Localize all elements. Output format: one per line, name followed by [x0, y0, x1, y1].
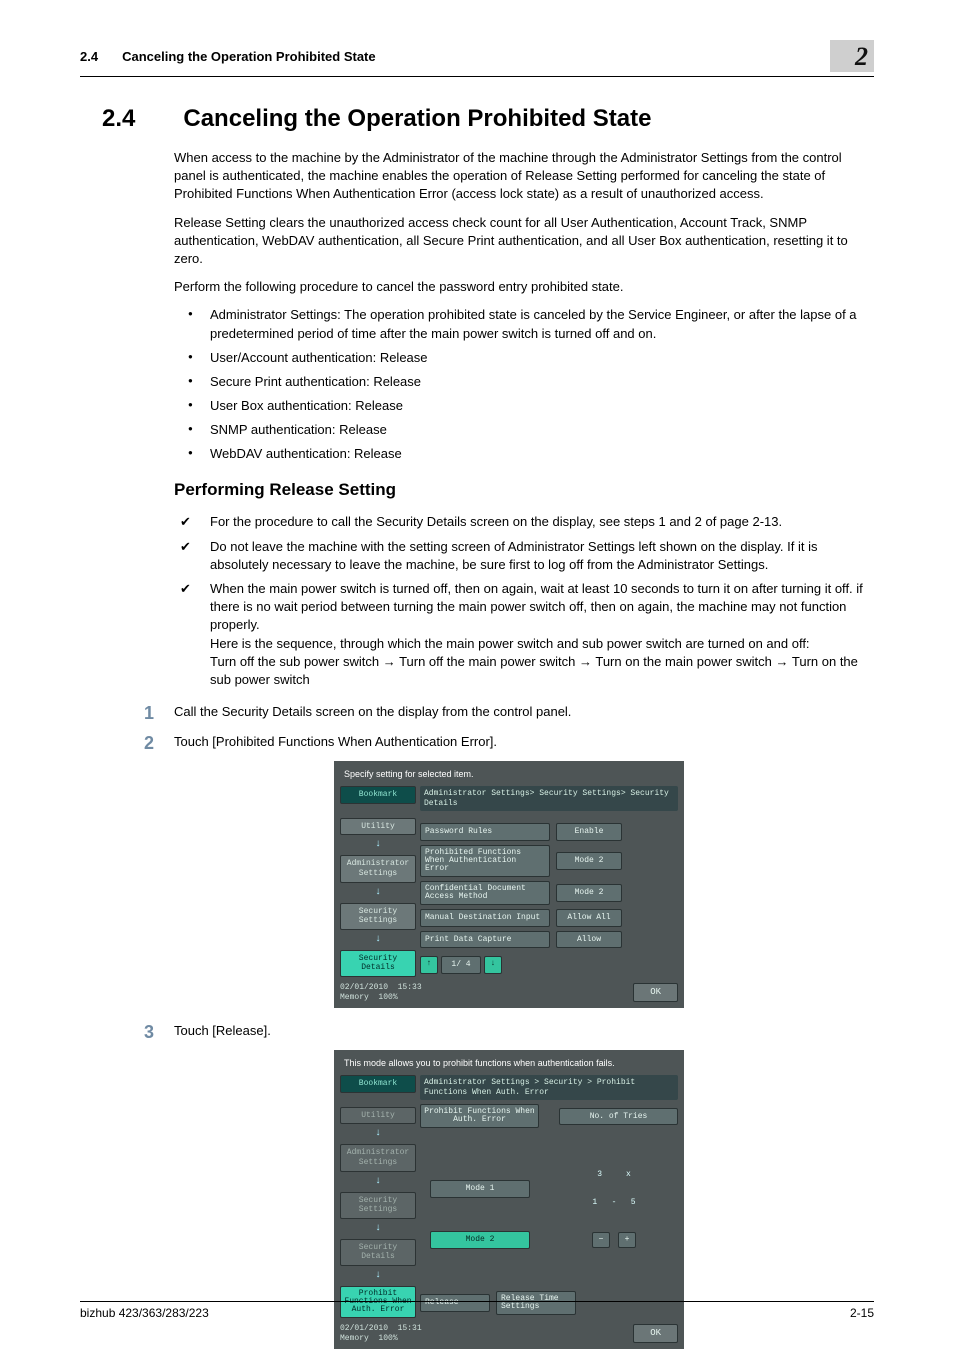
status-memory-value: 100% [378, 993, 397, 1002]
chapter-badge: 2 [830, 40, 874, 72]
status-time: 15:33 [398, 983, 422, 992]
running-header: 2.4 Canceling the Operation Prohibited S… [80, 40, 874, 72]
bullet-item: WebDAV authentication: Release [174, 445, 866, 463]
header-section-title: Canceling the Operation Prohibited State [122, 49, 376, 64]
status-memory-label: Memory [340, 993, 369, 1002]
prohibited-functions-value: Mode 2 [556, 852, 622, 870]
check-item: When the main power switch is turned off… [174, 580, 866, 689]
prohibited-functions-button[interactable]: Prohibited Functions When Authentication… [420, 845, 550, 877]
subsection-heading: Performing Release Setting [174, 478, 866, 502]
step-list: 1 Call the Security Details screen on th… [174, 703, 866, 1349]
bullet-item: Secure Print authentication: Release [174, 373, 866, 391]
chevron-down-icon: ↓ [375, 1223, 381, 1235]
step-number: 3 [144, 1022, 154, 1043]
tries-value: 3 x [550, 1170, 678, 1180]
step-text: Touch [Release]. [174, 1023, 271, 1038]
password-rules-button[interactable]: Password Rules [420, 823, 550, 841]
tries-range: 1 - 5 [550, 1198, 678, 1208]
confidential-doc-button[interactable]: Confidential Document Access Method [420, 881, 550, 905]
screenshot-sidebar: Bookmark Utility ↓ Administrator Setting… [340, 1075, 420, 1318]
chevron-down-icon: ↓ [375, 839, 381, 851]
chevron-down-icon: ↓ [375, 1176, 381, 1188]
intro-p3: Perform the following procedure to cance… [174, 278, 866, 296]
bullet-item: SNMP authentication: Release [174, 421, 866, 439]
screenshot-header: This mode allows you to prohibit functio… [340, 1056, 678, 1071]
col-header-tries: No. of Tries [559, 1108, 678, 1126]
security-settings-button[interactable]: Security Settings [340, 903, 416, 930]
manual-dest-button[interactable]: Manual Destination Input [420, 909, 550, 927]
device-screenshot-1: Specify setting for selected item. Bookm… [334, 761, 684, 1008]
header-rule [80, 76, 874, 77]
page-indicator: 1/ 4 [441, 956, 481, 974]
password-rules-value: Enable [556, 823, 622, 841]
manual-dest-value: Allow All [556, 909, 622, 927]
bullet-item: Administrator Settings: The operation pr… [174, 306, 866, 342]
step-1: 1 Call the Security Details screen on th… [174, 703, 866, 721]
chevron-down-icon: ↓ [375, 934, 381, 946]
status-date: 02/01/2010 [340, 1324, 388, 1333]
footer-product: bizhub 423/363/283/223 [80, 1306, 209, 1320]
check-list: For the procedure to call the Security D… [174, 513, 866, 689]
device-screenshot-2: This mode allows you to prohibit functio… [334, 1050, 684, 1349]
bullet-item: User/Account authentication: Release [174, 349, 866, 367]
security-settings-button[interactable]: Security Settings [340, 1192, 416, 1219]
chevron-down-icon: ↓ [375, 1128, 381, 1140]
section-heading: 2.4 Canceling the Operation Prohibited S… [102, 105, 874, 133]
security-details-button[interactable]: Security Details [340, 950, 416, 977]
print-data-value: Allow [556, 931, 622, 949]
bookmark-button[interactable]: Bookmark [340, 786, 416, 804]
header-section-number: 2.4 [80, 49, 98, 64]
status-date: 02/01/2010 [340, 983, 388, 992]
status-time: 15:31 [398, 1324, 422, 1333]
breadcrumb: Administrator Settings > Security > Proh… [420, 1075, 678, 1100]
intro-p1: When access to the machine by the Admini… [174, 149, 866, 204]
admin-settings-button[interactable]: Administrator Settings [340, 855, 416, 882]
bullet-list: Administrator Settings: The operation pr… [174, 306, 866, 463]
col-header-functions: Prohibit Functions When Auth. Error [420, 1104, 539, 1128]
step-text: Call the Security Details screen on the … [174, 704, 571, 719]
ok-button[interactable]: OK [633, 1324, 678, 1343]
footer-page: 2-15 [850, 1306, 874, 1320]
security-details-button[interactable]: Security Details [340, 1239, 416, 1266]
step-2: 2 Touch [Prohibited Functions When Authe… [174, 733, 866, 1008]
footer-rule [80, 1301, 874, 1302]
utility-button[interactable]: Utility [340, 1107, 416, 1125]
bullet-item: User Box authentication: Release [174, 397, 866, 415]
section-number: 2.4 [102, 105, 135, 133]
utility-button[interactable]: Utility [340, 818, 416, 836]
confidential-doc-value: Mode 2 [556, 884, 622, 902]
step-number: 2 [144, 733, 154, 754]
page-footer: bizhub 423/363/283/223 2-15 [80, 1306, 874, 1320]
step-number: 1 [144, 703, 154, 724]
check-item: For the procedure to call the Security D… [174, 513, 866, 531]
page-up-button[interactable]: ↑ [420, 956, 438, 974]
status-memory-value: 100% [378, 1334, 397, 1343]
status-memory-label: Memory [340, 1334, 369, 1343]
mode2-button[interactable]: Mode 2 [430, 1231, 530, 1249]
mode1-button[interactable]: Mode 1 [430, 1180, 530, 1198]
chevron-down-icon: ↓ [375, 887, 381, 899]
step-text: Touch [Prohibited Functions When Authent… [174, 734, 497, 749]
admin-settings-button[interactable]: Administrator Settings [340, 1144, 416, 1171]
screenshot-sidebar: Bookmark Utility ↓ Administrator Setting… [340, 786, 420, 977]
bookmark-button[interactable]: Bookmark [340, 1075, 416, 1093]
chevron-down-icon: ↓ [375, 1270, 381, 1282]
tries-plus-button[interactable]: + [618, 1232, 636, 1248]
ok-button[interactable]: OK [633, 983, 678, 1002]
section-title: Canceling the Operation Prohibited State [183, 105, 651, 133]
intro-p2: Release Setting clears the unauthorized … [174, 214, 866, 269]
check-item: Do not leave the machine with the settin… [174, 538, 866, 574]
print-data-button[interactable]: Print Data Capture [420, 931, 550, 949]
page-down-button[interactable]: ↓ [484, 956, 502, 974]
breadcrumb: Administrator Settings> Security Setting… [420, 786, 678, 811]
tries-minus-button[interactable]: − [592, 1232, 610, 1248]
screenshot-header: Specify setting for selected item. [340, 767, 678, 782]
